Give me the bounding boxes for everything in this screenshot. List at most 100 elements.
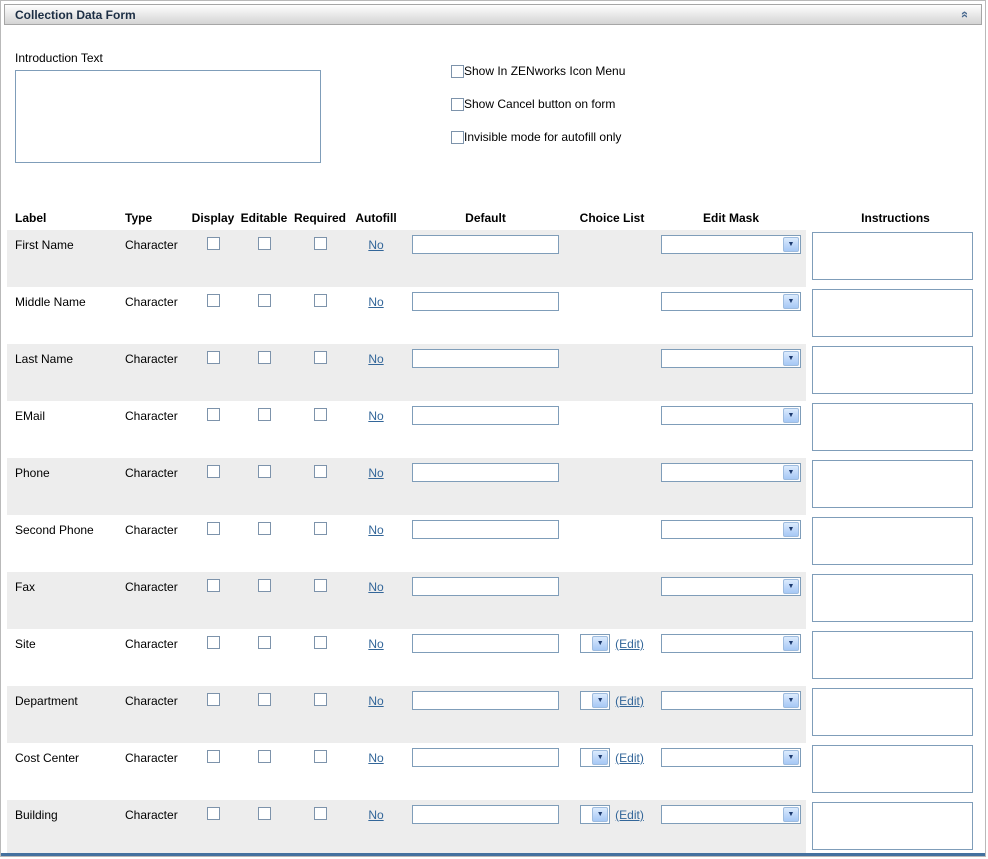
autofill-link[interactable]: No	[368, 238, 383, 252]
chevron-down-icon: ▼	[592, 807, 608, 822]
field-type: Character	[125, 515, 189, 537]
required-checkbox[interactable]	[314, 750, 327, 763]
edit-mask-select[interactable]: ▼	[661, 349, 801, 368]
edit-mask-select[interactable]: ▼	[661, 805, 801, 824]
choice-list-select[interactable]: ▼	[580, 634, 610, 653]
instructions-textarea[interactable]	[812, 574, 973, 622]
autofill-link[interactable]: No	[368, 808, 383, 822]
default-input[interactable]	[412, 691, 559, 710]
display-checkbox[interactable]	[207, 807, 220, 820]
choice-list-edit-link[interactable]: (Edit)	[615, 808, 644, 822]
choice-list-edit-link[interactable]: (Edit)	[615, 694, 644, 708]
required-checkbox[interactable]	[314, 408, 327, 421]
editable-checkbox[interactable]	[258, 237, 271, 250]
field-label: Site	[15, 629, 125, 651]
required-checkbox[interactable]	[314, 294, 327, 307]
edit-mask-select[interactable]: ▼	[661, 235, 801, 254]
required-checkbox[interactable]	[314, 579, 327, 592]
required-checkbox[interactable]	[314, 351, 327, 364]
editable-checkbox[interactable]	[258, 807, 271, 820]
display-checkbox[interactable]	[207, 750, 220, 763]
edit-mask-select[interactable]: ▼	[661, 691, 801, 710]
display-checkbox[interactable]	[207, 408, 220, 421]
autofill-link[interactable]: No	[368, 580, 383, 594]
default-input[interactable]	[412, 805, 559, 824]
required-checkbox[interactable]	[314, 465, 327, 478]
default-input[interactable]	[412, 748, 559, 767]
required-checkbox[interactable]	[314, 636, 327, 649]
instructions-textarea[interactable]	[812, 232, 973, 280]
field-label: Building	[15, 800, 125, 822]
display-checkbox[interactable]	[207, 693, 220, 706]
default-input[interactable]	[412, 634, 559, 653]
default-input[interactable]	[412, 235, 559, 254]
autofill-link[interactable]: No	[368, 409, 383, 423]
edit-mask-select[interactable]: ▼	[661, 292, 801, 311]
editable-checkbox[interactable]	[258, 465, 271, 478]
required-checkbox[interactable]	[314, 693, 327, 706]
option-checkbox[interactable]	[451, 131, 464, 144]
chevron-down-icon: ▼	[783, 465, 799, 480]
option-checkbox[interactable]	[451, 65, 464, 78]
default-input[interactable]	[412, 520, 559, 539]
edit-mask-select[interactable]: ▼	[661, 577, 801, 596]
choice-list-select[interactable]: ▼	[580, 748, 610, 767]
autofill-link[interactable]: No	[368, 694, 383, 708]
choice-list-edit-link[interactable]: (Edit)	[615, 751, 644, 765]
editable-checkbox[interactable]	[258, 351, 271, 364]
autofill-link[interactable]: No	[368, 466, 383, 480]
autofill-link[interactable]: No	[368, 637, 383, 651]
choice-list-edit-link[interactable]: (Edit)	[615, 637, 644, 651]
default-input[interactable]	[412, 292, 559, 311]
default-input[interactable]	[412, 406, 559, 425]
instructions-textarea[interactable]	[812, 745, 973, 793]
instructions-textarea[interactable]	[812, 631, 973, 679]
editable-checkbox[interactable]	[258, 693, 271, 706]
instructions-textarea[interactable]	[812, 517, 973, 565]
edit-mask-select[interactable]: ▼	[661, 463, 801, 482]
required-checkbox[interactable]	[314, 237, 327, 250]
default-input[interactable]	[412, 463, 559, 482]
introduction-textarea[interactable]	[15, 70, 321, 163]
instructions-textarea[interactable]	[812, 460, 973, 508]
collapse-button[interactable]: »	[956, 8, 972, 22]
editable-checkbox[interactable]	[258, 636, 271, 649]
instructions-textarea[interactable]	[812, 289, 973, 337]
instructions-textarea[interactable]	[812, 403, 973, 451]
editable-checkbox[interactable]	[258, 750, 271, 763]
choice-list-select[interactable]: ▼	[580, 805, 610, 824]
editable-checkbox[interactable]	[258, 294, 271, 307]
display-checkbox[interactable]	[207, 294, 220, 307]
editable-checkbox[interactable]	[258, 579, 271, 592]
instructions-textarea[interactable]	[812, 346, 973, 394]
display-checkbox[interactable]	[207, 522, 220, 535]
display-checkbox[interactable]	[207, 636, 220, 649]
instructions-textarea[interactable]	[812, 802, 973, 850]
edit-mask-select[interactable]: ▼	[661, 406, 801, 425]
default-input[interactable]	[412, 577, 559, 596]
table-row: Middle Name Character No ▼	[7, 287, 979, 344]
display-checkbox[interactable]	[207, 465, 220, 478]
choice-list-select[interactable]: ▼	[580, 691, 610, 710]
required-checkbox[interactable]	[314, 522, 327, 535]
edit-mask-select[interactable]: ▼	[661, 520, 801, 539]
edit-mask-select[interactable]: ▼	[661, 634, 801, 653]
field-type: Character	[125, 800, 189, 822]
display-checkbox[interactable]	[207, 237, 220, 250]
editable-checkbox[interactable]	[258, 408, 271, 421]
display-checkbox[interactable]	[207, 579, 220, 592]
instructions-textarea[interactable]	[812, 688, 973, 736]
option-checkbox[interactable]	[451, 98, 464, 111]
autofill-link[interactable]: No	[368, 751, 383, 765]
display-checkbox[interactable]	[207, 351, 220, 364]
autofill-link[interactable]: No	[368, 295, 383, 309]
autofill-link[interactable]: No	[368, 523, 383, 537]
autofill-link[interactable]: No	[368, 352, 383, 366]
field-type: Character	[125, 230, 189, 252]
editable-checkbox[interactable]	[258, 522, 271, 535]
table-row: Last Name Character No ▼	[7, 344, 979, 401]
column-header-autofill: Autofill	[349, 211, 403, 225]
required-checkbox[interactable]	[314, 807, 327, 820]
edit-mask-select[interactable]: ▼	[661, 748, 801, 767]
default-input[interactable]	[412, 349, 559, 368]
